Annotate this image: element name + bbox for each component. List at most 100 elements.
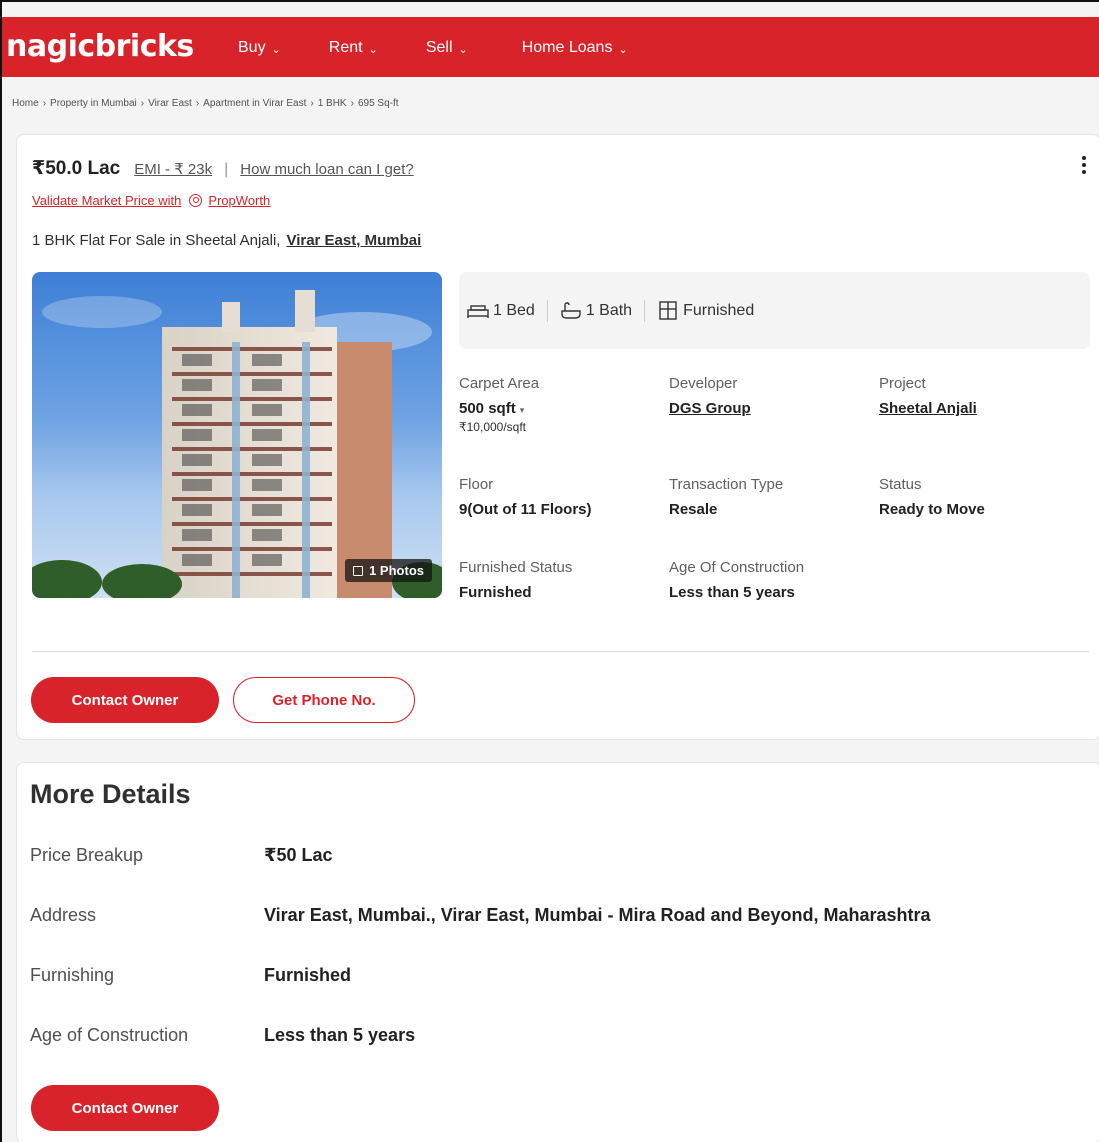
age-value: Less than 5 years [669, 584, 795, 601]
detail-key: Furnishing [30, 965, 115, 985]
developer-label: Developer [669, 375, 738, 392]
nav-rent[interactable]: Rent ⌄ [329, 39, 378, 57]
breadcrumb-separator-icon: › [310, 98, 314, 109]
more-details-title: More Details [30, 779, 191, 809]
loan-eligibility-link[interactable]: How much loan can I get? [240, 161, 413, 178]
detail-key: Age of Construction [30, 1025, 189, 1045]
propworth-icon [189, 194, 203, 207]
chevron-down-icon: ⌄ [618, 43, 628, 56]
detail-row-age: Age of Construction Less than 5 years [30, 1025, 415, 1046]
breadcrumb-separator-icon: › [350, 98, 354, 109]
chevron-down-icon: ⌄ [368, 43, 378, 56]
detail-row-price-breakup: Price Breakup ₹50 Lac [30, 845, 333, 866]
furnished-status-label: Furnished Status [459, 559, 573, 576]
furnished-status: Furnished Status Furnished [459, 559, 659, 601]
breadcrumb: Home › Property in Mumbai › Virar East ›… [12, 98, 399, 109]
transaction-type-value: Resale [669, 501, 718, 518]
price-row: ₹50.0 Lac EMI - ₹ 23k | How much loan ca… [32, 157, 414, 180]
developer-link[interactable]: DGS Group [669, 400, 869, 417]
breadcrumb-separator-icon: › [195, 98, 200, 109]
status: Status Ready to Move [879, 476, 1079, 518]
price-per-sqft: ₹10,000/sqft [459, 420, 527, 434]
breadcrumb-separator-icon: › [140, 98, 145, 109]
contact-owner-button-bottom[interactable]: Contact Owner [31, 1085, 219, 1131]
wardrobe-icon [659, 300, 677, 320]
carpet-area: Carpet Area 500 sqft ▾ ₹10,000/sqft [459, 375, 659, 434]
breadcrumb-property-mumbai[interactable]: Property in Mumbai [50, 98, 137, 109]
age-label: Age Of Construction [669, 559, 805, 576]
detail-value: Furnished [264, 965, 352, 985]
developer: Developer DGS Group [669, 375, 869, 417]
bed-icon [467, 304, 489, 318]
divider [546, 299, 548, 322]
nav-sell[interactable]: Sell ⌄ [426, 39, 468, 57]
detail-value: Virar East, Mumbai., Virar East, Mumbai … [264, 905, 931, 925]
emi-link[interactable]: EMI - ₹ 23k [134, 160, 212, 178]
photo-count-label: 1 Photos [369, 563, 424, 578]
nav-buy[interactable]: Buy ⌄ [238, 39, 281, 57]
propworth-label: PropWorth [208, 193, 271, 208]
detail-value: Less than 5 years [264, 1025, 416, 1045]
divider [32, 651, 1089, 652]
breadcrumb-home[interactable]: Home [12, 98, 39, 109]
breadcrumb-bhk[interactable]: 1 BHK [318, 98, 347, 109]
magicbricks-logo[interactable]: nagicbricks [6, 29, 194, 64]
status-value: Ready to Move [879, 501, 985, 518]
furnish-label: Furnished [683, 301, 755, 319]
bed-label: 1 Bed [493, 301, 535, 319]
status-label: Status [879, 476, 922, 493]
furnished-status-value: Furnished [459, 584, 532, 601]
more-options-icon[interactable] [1082, 153, 1086, 177]
bath-label: 1 Bath [585, 301, 633, 319]
validate-price-link[interactable]: Validate Market Price with PropWorth [32, 193, 270, 208]
nav-home-loans[interactable]: Home Loans ⌄ [522, 39, 628, 57]
floor-label: Floor [459, 476, 494, 493]
validate-price-text: Validate Market Price with [32, 193, 182, 208]
breadcrumb-area: 695 Sq-ft [357, 98, 399, 109]
detail-value: ₹50 Lac [264, 845, 333, 865]
chevron-down-icon: ⌄ [458, 43, 468, 56]
transaction-type-label: Transaction Type [669, 476, 784, 493]
floor-value: 9(Out of 11 Floors) [459, 501, 592, 518]
carpet-area-text: 500 sqft [459, 400, 516, 417]
more-details-card: More Details Price Breakup ₹50 Lac Addre… [16, 762, 1099, 1142]
nav-buy-label: Buy [238, 39, 266, 56]
divider: | [224, 161, 229, 178]
carpet-area-label: Carpet Area [459, 375, 540, 392]
listing-title: 1 BHK Flat For Sale in Sheetal Anjali, Vi… [32, 232, 421, 249]
contact-owner-button[interactable]: Contact Owner [31, 677, 219, 723]
detail-key: Address [30, 905, 97, 925]
get-phone-button[interactable]: Get Phone No. [233, 677, 415, 723]
project-link[interactable]: Sheetal Anjali [879, 400, 1079, 417]
breadcrumb-separator-icon: › [42, 98, 47, 109]
carpet-area-value[interactable]: 500 sqft ▾ [459, 400, 659, 417]
bath-icon [561, 301, 581, 319]
top-navbar: nagicbricks Buy ⌄ Rent ⌄ Sell ⌄ Home Loans ⌄ [2, 17, 1099, 77]
detail-key: Price Breakup [30, 845, 144, 865]
detail-row-furnishing: Furnishing Furnished [30, 965, 351, 986]
gallery-icon [353, 565, 364, 576]
main-nav: Buy ⌄ Rent ⌄ Sell ⌄ Home Loans ⌄ [238, 39, 676, 57]
project-label: Project [879, 375, 926, 392]
photo-count-badge[interactable]: 1 Photos [345, 559, 432, 582]
transaction-type: Transaction Type Resale [669, 476, 869, 518]
nav-rent-label: Rent [328, 39, 363, 56]
listing-card: ₹50.0 Lac EMI - ₹ 23k | How much loan ca… [16, 134, 1099, 740]
location-link[interactable]: Virar East, Mumbai [286, 232, 421, 249]
nav-sell-label: Sell [425, 39, 453, 56]
chevron-down-icon: ⌄ [271, 43, 281, 56]
listing-title-text: 1 BHK Flat For Sale in Sheetal Anjali, [32, 232, 281, 249]
breadcrumb-apartment[interactable]: Apartment in Virar East [203, 98, 306, 109]
bed-summary: 1 Bed [467, 302, 535, 320]
building-illustration [32, 290, 442, 598]
breadcrumb-virar-east[interactable]: Virar East [148, 98, 192, 109]
floor: Floor 9(Out of 11 Floors) [459, 476, 659, 518]
age-of-construction: Age Of Construction Less than 5 years [669, 559, 869, 601]
property-photo[interactable]: 1 Photos [32, 272, 442, 598]
nav-home-loans-label: Home Loans [521, 39, 613, 56]
project: Project Sheetal Anjali [879, 375, 1079, 417]
detail-row-address: Address Virar East, Mumbai., Virar East,… [30, 905, 931, 926]
furnish-summary: Furnished [657, 300, 755, 321]
property-summary: 1 Bed 1 Bath Furnished [459, 272, 1090, 349]
divider [644, 299, 646, 322]
